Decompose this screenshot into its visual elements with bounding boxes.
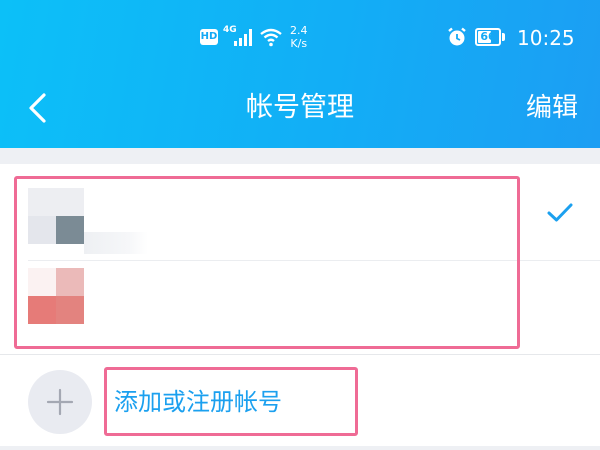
bottom-strip [0,446,600,450]
battery-level: 66 [480,30,496,43]
add-account-button[interactable] [28,370,92,434]
account-list [0,164,600,354]
account-item[interactable] [0,164,600,261]
account-name-redacted [84,232,148,254]
avatar [28,188,84,244]
check-icon [547,203,573,222]
network-speed: 2.4 K/s [290,24,308,50]
add-account-row[interactable]: 添加或注册帐号 [0,354,600,450]
plus-icon [46,388,74,416]
speed-unit: K/s [290,37,308,50]
battery-tip [502,33,505,41]
avatar [28,268,84,324]
add-account-label[interactable]: 添加或注册帐号 [114,385,282,419]
status-bar: HD 4G 2.4 K/s 66 10:25 [0,0,600,70]
status-time: 10:25 [517,26,575,50]
alarm-icon [448,27,466,46]
battery-icon: 66 [475,28,501,46]
edit-button[interactable]: 编辑 [526,88,578,128]
wifi-icon [260,28,282,47]
account-management-screen: HD 4G 2.4 K/s 66 10:25 帐号管理 编辑 添加或注册帐号 [0,0,600,450]
hd-badge: HD [200,29,218,45]
signal-icon [234,29,252,46]
page-title: 帐号管理 [246,92,354,123]
app-header: HD 4G 2.4 K/s 66 10:25 帐号管理 编辑 [0,0,600,148]
account-item[interactable] [0,260,600,356]
speed-value: 2.4 [290,24,308,37]
